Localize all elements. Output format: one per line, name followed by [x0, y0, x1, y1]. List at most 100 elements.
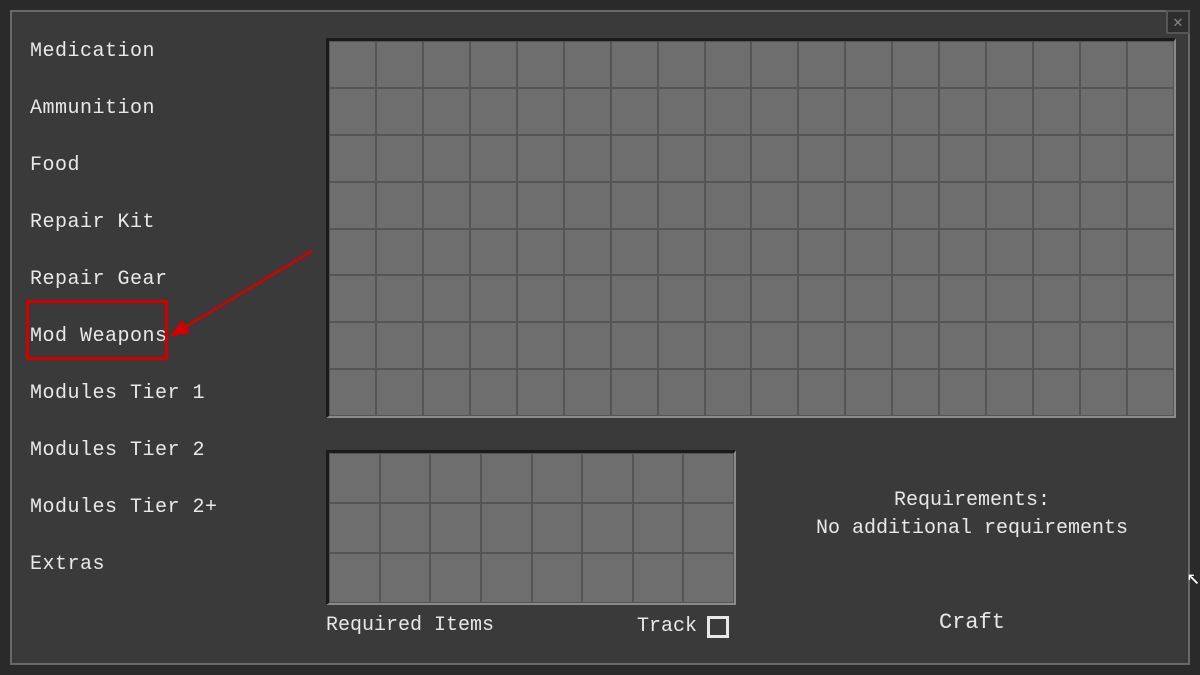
grid-cell[interactable]	[751, 41, 798, 88]
grid-cell[interactable]	[329, 322, 376, 369]
track-checkbox[interactable]	[707, 616, 729, 638]
grid-cell[interactable]	[517, 275, 564, 322]
grid-cell[interactable]	[423, 322, 470, 369]
grid-cell[interactable]	[939, 41, 986, 88]
sidebar-item-repair-gear[interactable]: Repair Gear	[26, 266, 286, 293]
grid-cell[interactable]	[798, 322, 845, 369]
grid-cell[interactable]	[564, 135, 611, 182]
sidebar-item-food[interactable]: Food	[26, 152, 286, 179]
grid-cell[interactable]	[564, 182, 611, 229]
grid-cell[interactable]	[751, 369, 798, 416]
grid-cell[interactable]	[939, 275, 986, 322]
grid-cell[interactable]	[798, 41, 845, 88]
grid-cell[interactable]	[1127, 229, 1174, 276]
grid-cell[interactable]	[564, 41, 611, 88]
grid-cell[interactable]	[517, 229, 564, 276]
grid-cell[interactable]	[611, 369, 658, 416]
grid-cell[interactable]	[1033, 322, 1080, 369]
grid-cell[interactable]	[1033, 135, 1080, 182]
grid-cell[interactable]	[376, 182, 423, 229]
grid-cell[interactable]	[1080, 88, 1127, 135]
grid-cell[interactable]	[658, 275, 705, 322]
grid-cell[interactable]	[845, 369, 892, 416]
grid-cell[interactable]	[329, 182, 376, 229]
grid-cell[interactable]	[517, 182, 564, 229]
grid-cell[interactable]	[892, 229, 939, 276]
grid-cell[interactable]	[329, 503, 380, 553]
grid-cell[interactable]	[611, 229, 658, 276]
grid-cell[interactable]	[892, 88, 939, 135]
grid-cell[interactable]	[986, 41, 1033, 88]
grid-cell[interactable]	[892, 369, 939, 416]
grid-cell[interactable]	[470, 369, 517, 416]
grid-cell[interactable]	[517, 88, 564, 135]
grid-cell[interactable]	[1080, 135, 1127, 182]
grid-cell[interactable]	[986, 369, 1033, 416]
grid-cell[interactable]	[329, 553, 380, 603]
grid-cell[interactable]	[423, 182, 470, 229]
grid-cell[interactable]	[470, 182, 517, 229]
grid-cell[interactable]	[1033, 229, 1080, 276]
grid-cell[interactable]	[582, 553, 633, 603]
grid-cell[interactable]	[1080, 229, 1127, 276]
grid-cell[interactable]	[1033, 41, 1080, 88]
grid-cell[interactable]	[376, 322, 423, 369]
grid-cell[interactable]	[481, 553, 532, 603]
grid-cell[interactable]	[1127, 135, 1174, 182]
grid-cell[interactable]	[611, 41, 658, 88]
sidebar-item-ammunition[interactable]: Ammunition	[26, 95, 286, 122]
grid-cell[interactable]	[751, 322, 798, 369]
grid-cell[interactable]	[705, 322, 752, 369]
sidebar-item-modules-tier-2[interactable]: Modules Tier 2	[26, 437, 286, 464]
grid-cell[interactable]	[564, 275, 611, 322]
grid-cell[interactable]	[517, 369, 564, 416]
grid-cell[interactable]	[845, 275, 892, 322]
grid-cell[interactable]	[798, 182, 845, 229]
grid-cell[interactable]	[751, 229, 798, 276]
grid-cell[interactable]	[845, 182, 892, 229]
grid-cell[interactable]	[798, 88, 845, 135]
grid-cell[interactable]	[611, 88, 658, 135]
grid-cell[interactable]	[423, 275, 470, 322]
sidebar-item-modules-tier-1[interactable]: Modules Tier 1	[26, 380, 286, 407]
grid-cell[interactable]	[582, 453, 633, 503]
grid-cell[interactable]	[845, 229, 892, 276]
recipe-grid[interactable]	[326, 38, 1176, 418]
grid-cell[interactable]	[564, 229, 611, 276]
grid-cell[interactable]	[751, 275, 798, 322]
sidebar-item-mod-weapons[interactable]: Mod Weapons	[26, 323, 286, 350]
grid-cell[interactable]	[1080, 322, 1127, 369]
grid-cell[interactable]	[611, 135, 658, 182]
grid-cell[interactable]	[376, 275, 423, 322]
grid-cell[interactable]	[845, 135, 892, 182]
grid-cell[interactable]	[705, 135, 752, 182]
grid-cell[interactable]	[481, 453, 532, 503]
grid-cell[interactable]	[470, 229, 517, 276]
grid-cell[interactable]	[1033, 369, 1080, 416]
grid-cell[interactable]	[633, 553, 684, 603]
grid-cell[interactable]	[1080, 275, 1127, 322]
grid-cell[interactable]	[658, 182, 705, 229]
grid-cell[interactable]	[1033, 182, 1080, 229]
grid-cell[interactable]	[1127, 322, 1174, 369]
grid-cell[interactable]	[423, 41, 470, 88]
grid-cell[interactable]	[376, 229, 423, 276]
grid-cell[interactable]	[892, 182, 939, 229]
grid-cell[interactable]	[986, 88, 1033, 135]
required-items-grid[interactable]	[326, 450, 736, 605]
grid-cell[interactable]	[705, 229, 752, 276]
grid-cell[interactable]	[705, 182, 752, 229]
grid-cell[interactable]	[658, 229, 705, 276]
grid-cell[interactable]	[986, 229, 1033, 276]
grid-cell[interactable]	[423, 369, 470, 416]
grid-cell[interactable]	[329, 275, 376, 322]
grid-cell[interactable]	[376, 88, 423, 135]
grid-cell[interactable]	[423, 88, 470, 135]
grid-cell[interactable]	[939, 229, 986, 276]
grid-cell[interactable]	[430, 503, 481, 553]
grid-cell[interactable]	[1127, 41, 1174, 88]
grid-cell[interactable]	[517, 322, 564, 369]
grid-cell[interactable]	[517, 135, 564, 182]
grid-cell[interactable]	[658, 322, 705, 369]
grid-cell[interactable]	[564, 88, 611, 135]
